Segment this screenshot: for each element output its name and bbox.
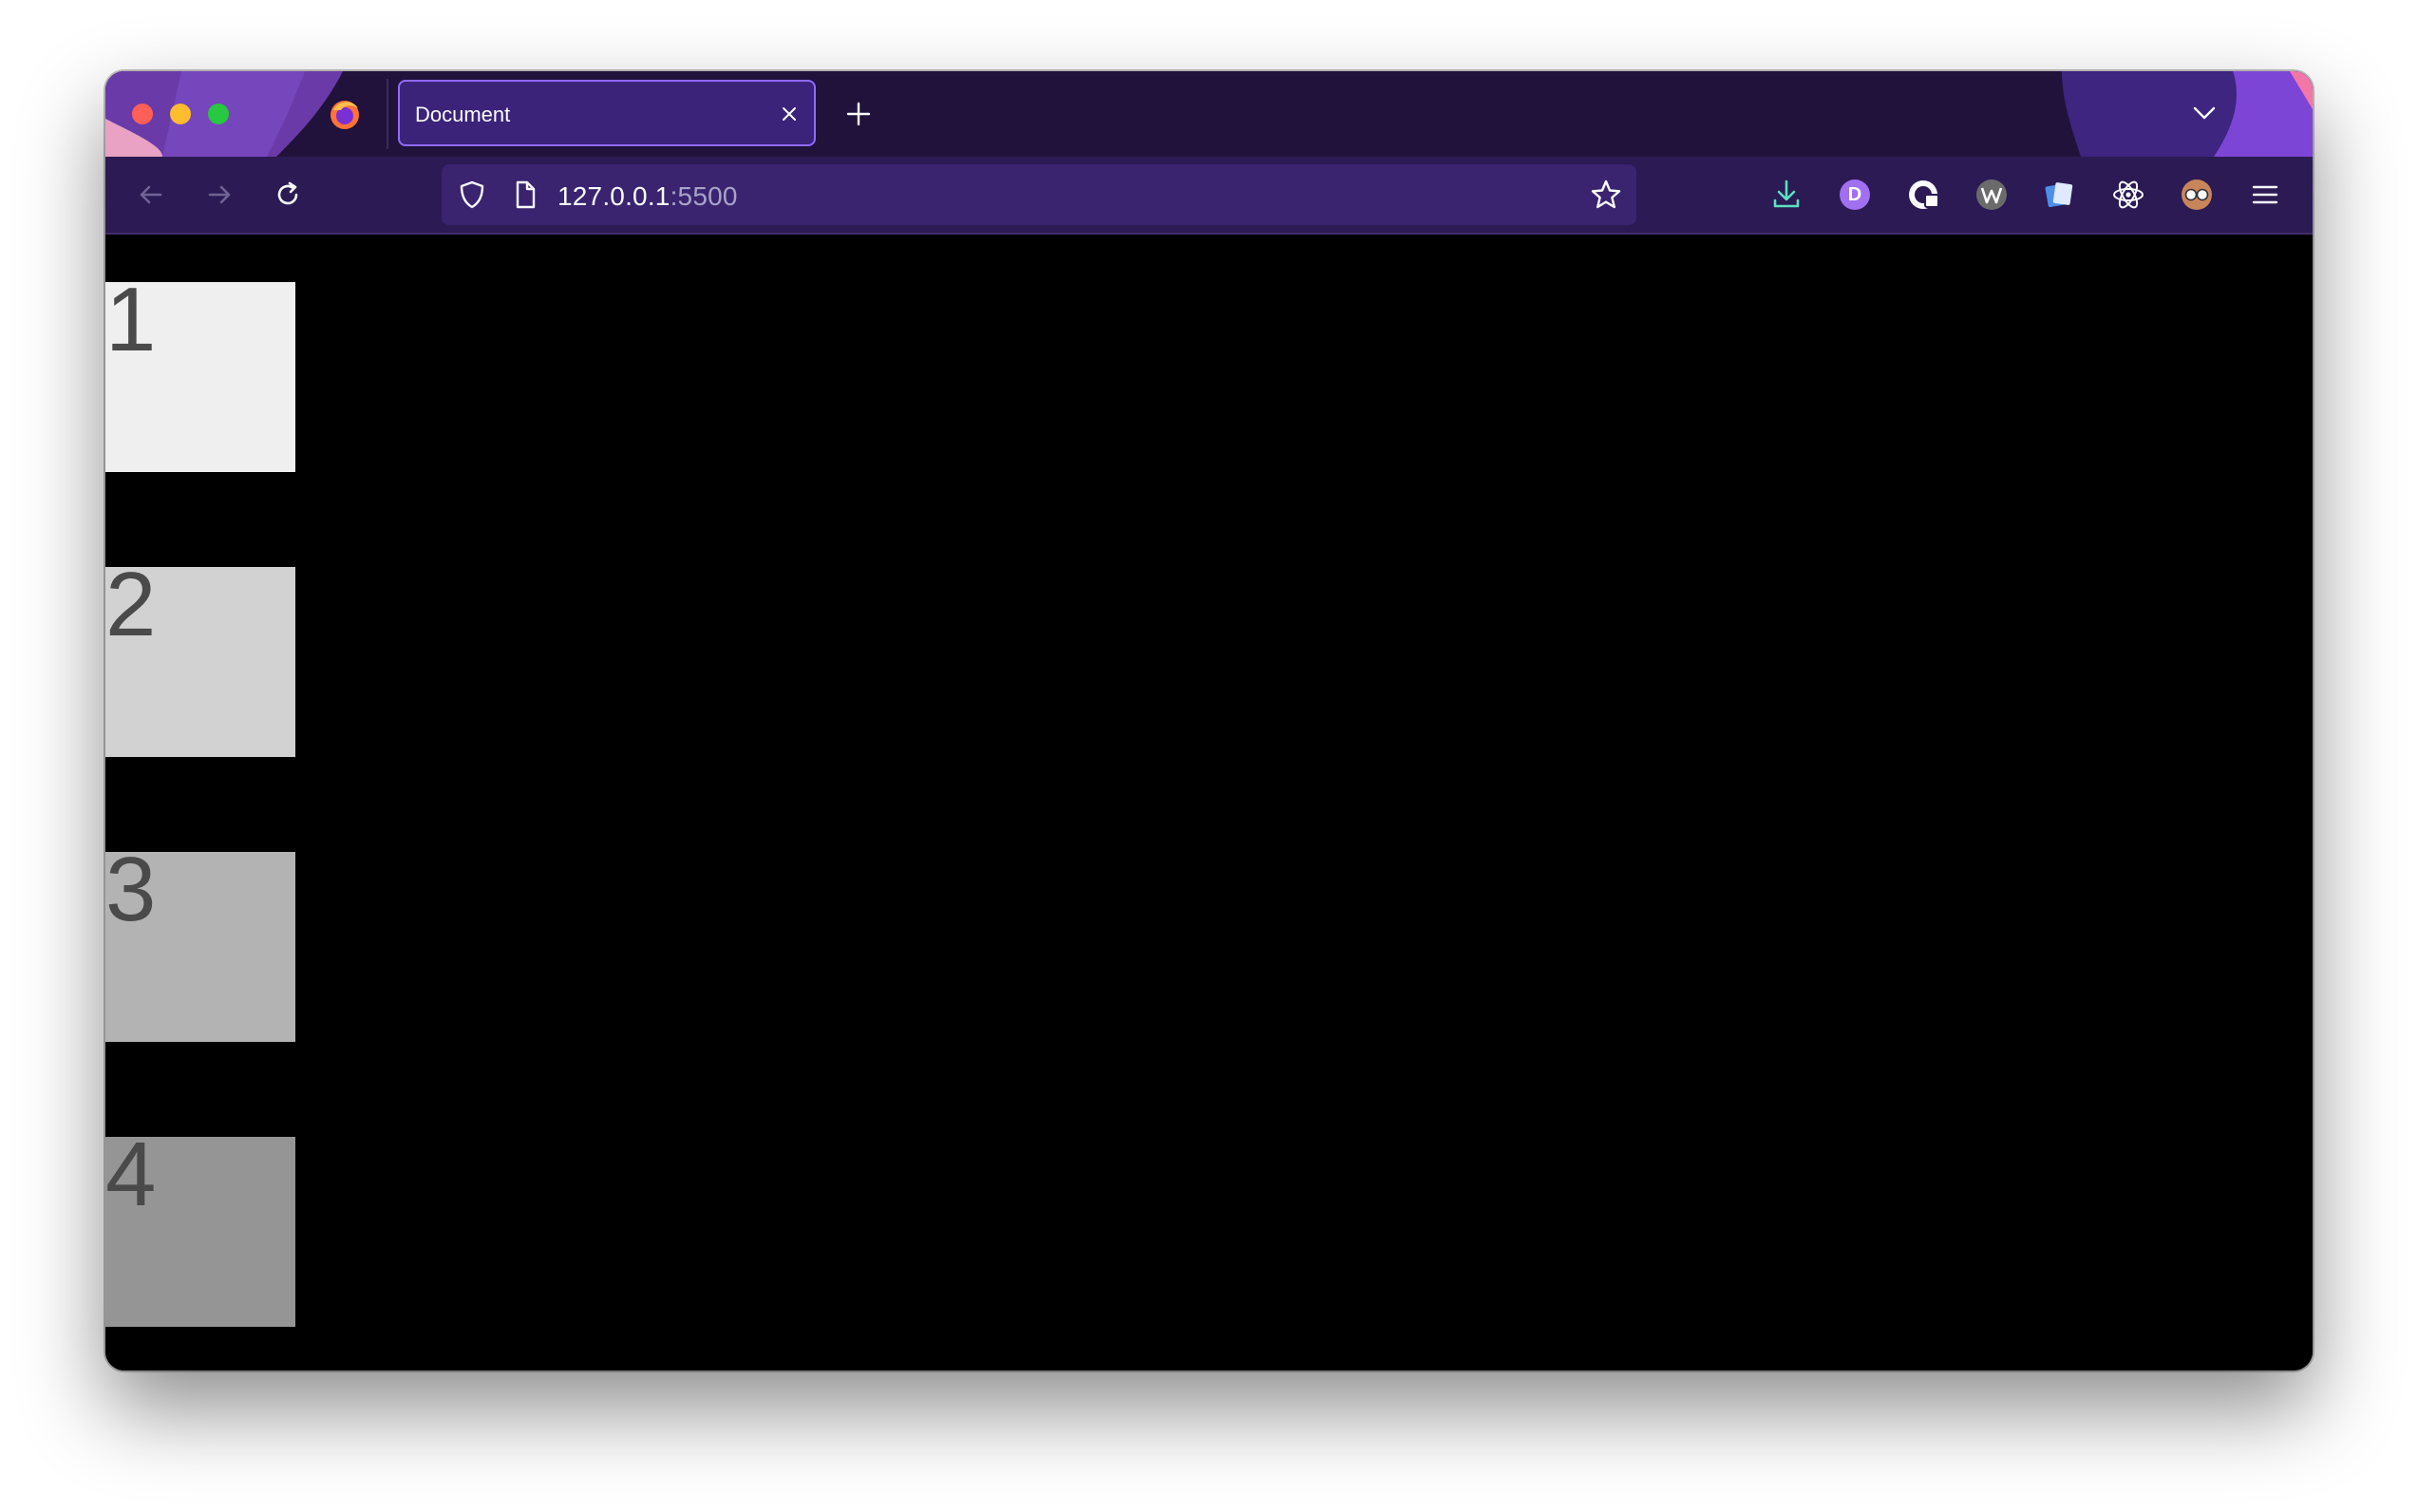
- box-label: 4: [105, 1124, 157, 1225]
- tab-strip: Document: [105, 71, 2313, 157]
- page-icon[interactable]: [508, 178, 542, 212]
- firefox-logo-icon: [331, 101, 359, 129]
- extension-w-icon[interactable]: [1973, 176, 2011, 214]
- back-arrow-icon[interactable]: [134, 178, 168, 212]
- box-3: 3: [105, 844, 295, 1042]
- extension-d-icon[interactable]: D: [1836, 176, 1874, 214]
- extension-glasses-icon[interactable]: [2178, 176, 2216, 214]
- page-content: 1 2 3 4: [105, 235, 2313, 1370]
- extension-cards-icon[interactable]: [2041, 176, 2079, 214]
- tab-title: Document: [415, 103, 511, 126]
- box-label: 2: [105, 554, 157, 655]
- url-text: 127.0.0.1:5500: [557, 181, 738, 212]
- new-tab-icon[interactable]: [844, 100, 873, 128]
- url-host: 127.0.0.1: [557, 181, 671, 211]
- reload-icon[interactable]: [271, 178, 305, 212]
- box-label: 3: [105, 839, 157, 940]
- url-port: :5500: [670, 181, 738, 211]
- browser-window: Document 127.0.0.1:5500 D 1 2 3 4: [105, 71, 2313, 1370]
- hamburger-menu-icon[interactable]: [2246, 176, 2284, 214]
- close-tab-icon[interactable]: [778, 103, 801, 125]
- tab-separator: [387, 79, 388, 149]
- chevron-down-icon[interactable]: [2189, 98, 2220, 128]
- download-icon[interactable]: [1767, 176, 1805, 214]
- close-window-button[interactable]: [132, 104, 153, 124]
- maximize-window-button[interactable]: [208, 104, 229, 124]
- extension-d-letter: D: [1840, 180, 1870, 210]
- extension-lock-icon[interactable]: [1904, 176, 1942, 214]
- tab-document[interactable]: Document: [398, 80, 816, 146]
- react-devtools-icon[interactable]: [2109, 176, 2147, 214]
- shield-icon[interactable]: [455, 178, 489, 212]
- box-1: 1: [105, 274, 295, 472]
- star-icon[interactable]: [1589, 178, 1623, 212]
- minimize-window-button[interactable]: [170, 104, 191, 124]
- navigation-toolbar: 127.0.0.1:5500 D: [105, 157, 2313, 235]
- box-4: 4: [105, 1129, 295, 1327]
- box-label: 1: [105, 269, 157, 370]
- url-bar[interactable]: 127.0.0.1:5500: [442, 164, 1636, 225]
- box-2: 2: [105, 559, 295, 757]
- forward-arrow-icon[interactable]: [202, 178, 236, 212]
